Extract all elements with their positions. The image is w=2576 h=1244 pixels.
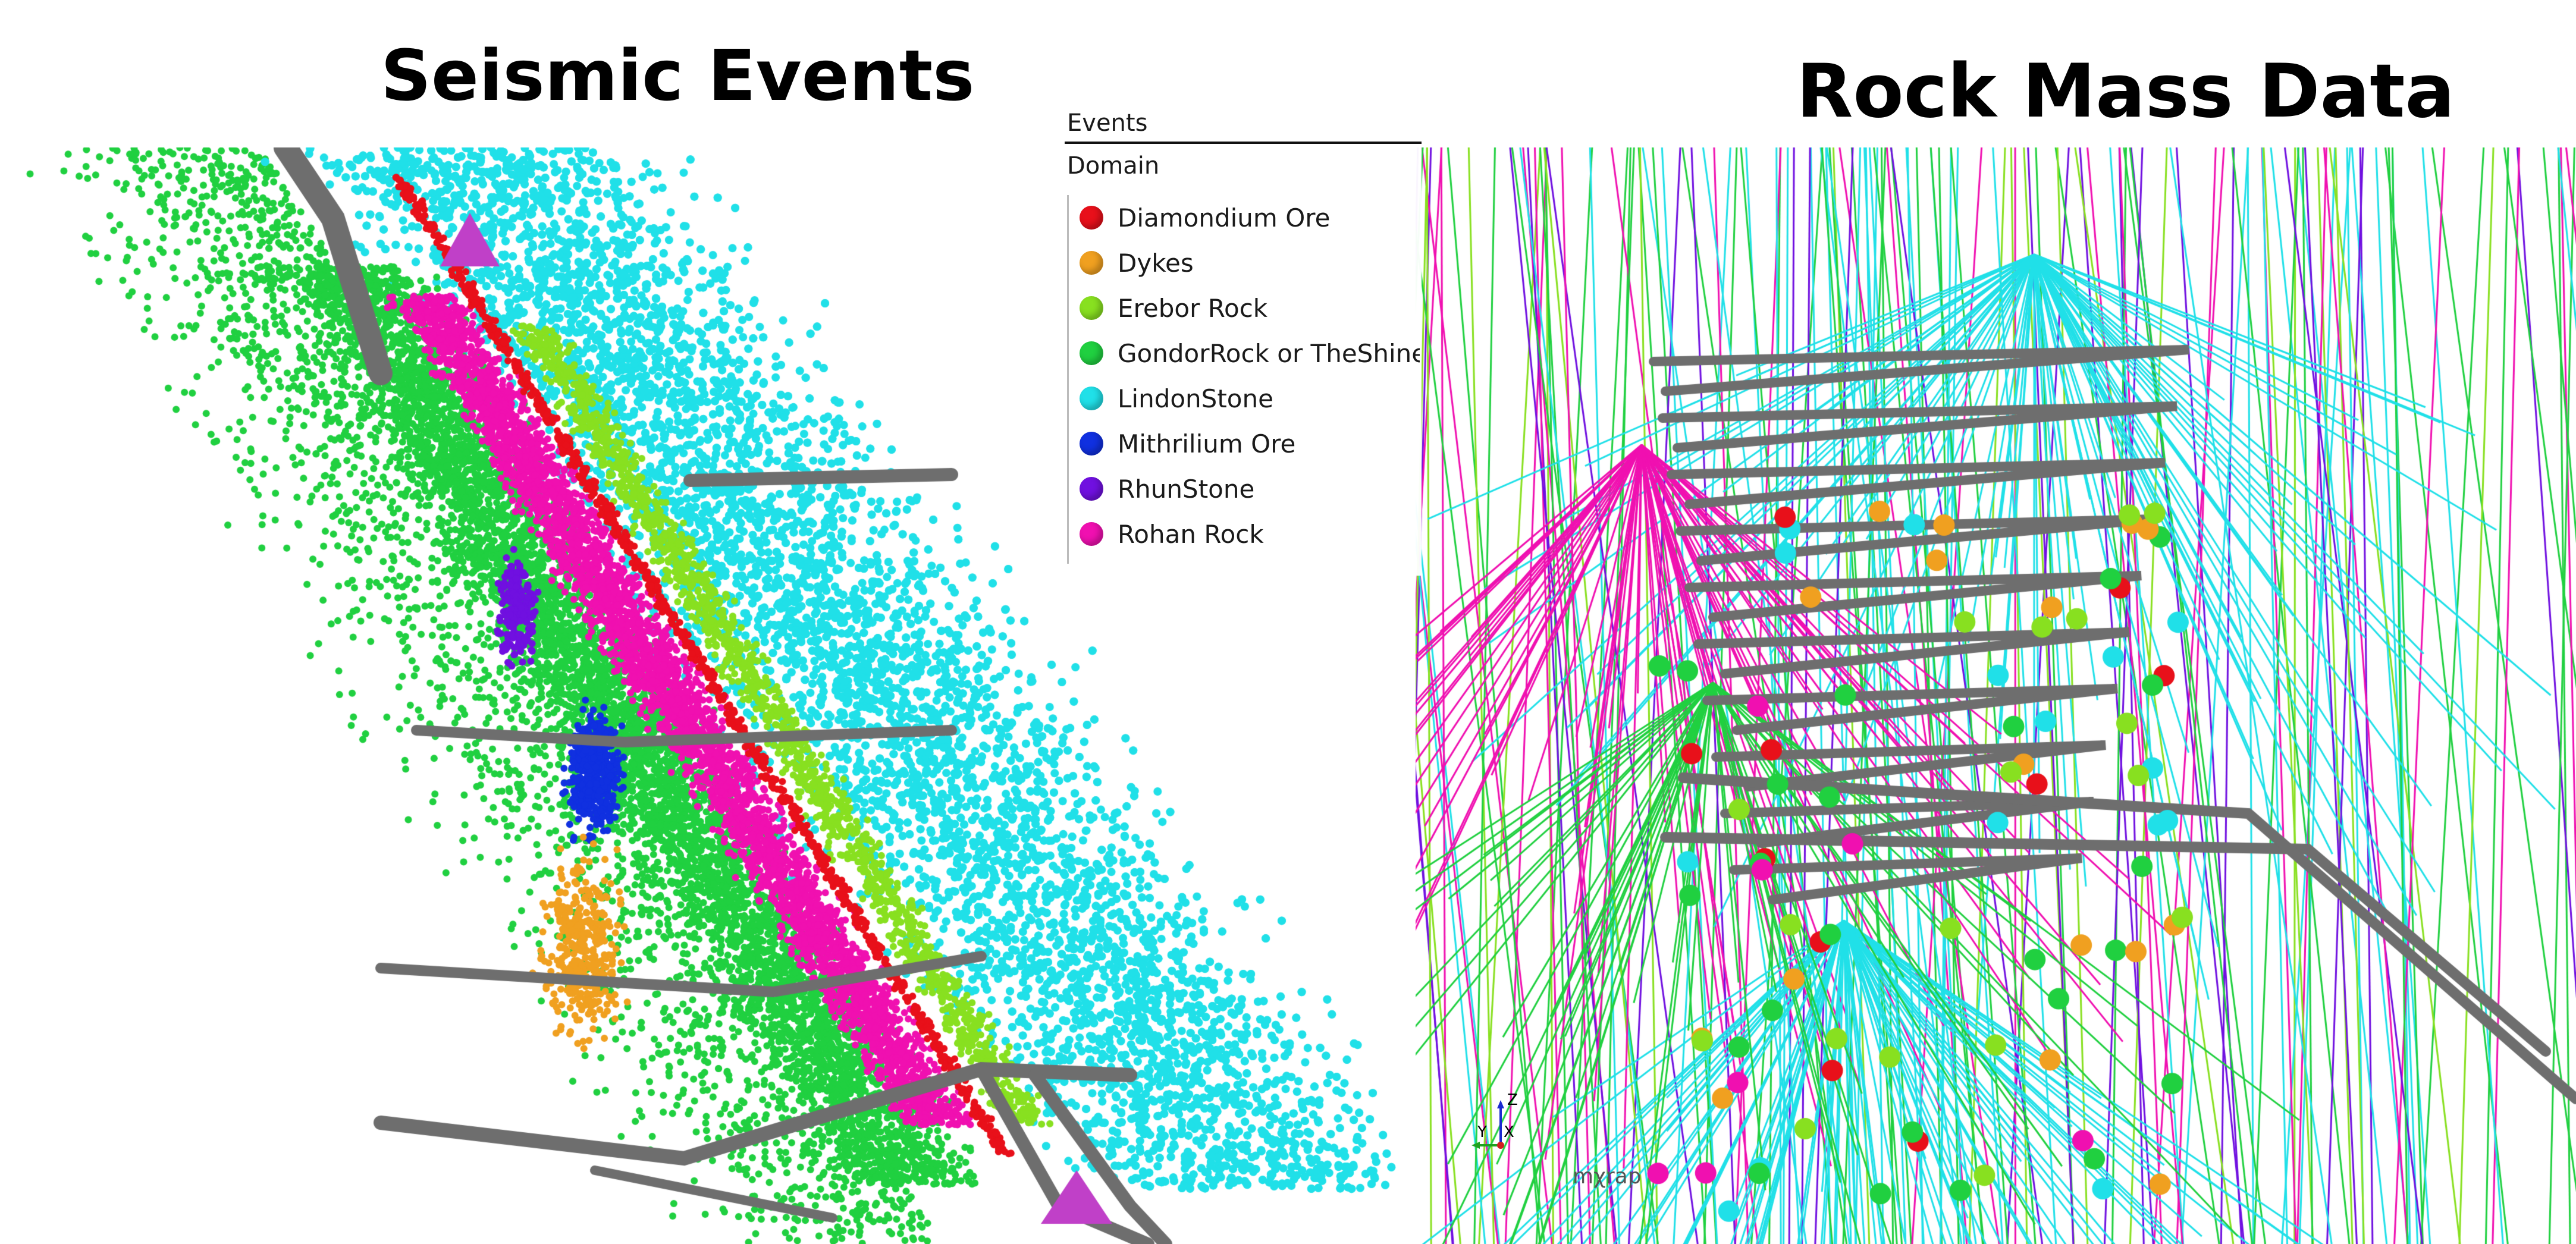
legend-item[interactable]: Mithrilium Ore <box>1069 421 1420 466</box>
domain-legend: Events Domain Diamondium Ore Dykes Erebor … <box>1065 106 1422 576</box>
legend-label: GondorRock or TheShine <box>1118 339 1420 368</box>
legend-item[interactable]: LindonStone <box>1069 376 1420 421</box>
axis-triad-icon: Z Y X <box>1471 1091 1518 1149</box>
legend-swatch-icon <box>1080 522 1103 546</box>
legend-divider <box>1065 142 1422 144</box>
triad-x-label: X <box>1504 1123 1514 1141</box>
legend-swatch-icon <box>1080 387 1103 410</box>
legend-label: Rohan Rock <box>1118 520 1264 549</box>
legend-label: Dykes <box>1118 249 1194 278</box>
rock-mass-drillholes-render[interactable] <box>1416 147 2576 1244</box>
legend-swatch-icon <box>1080 296 1103 320</box>
legend-label: Mithrilium Ore <box>1118 429 1296 458</box>
legend-swatch-icon <box>1080 477 1103 501</box>
legend-item[interactable]: Erebor Rock <box>1069 285 1420 331</box>
legend-header: Events <box>1067 109 1148 137</box>
legend-item[interactable]: Dykes <box>1069 240 1420 285</box>
legend-swatch-icon <box>1080 341 1103 365</box>
legend-list: Diamondium Ore Dykes Erebor Rock GondorRock… <box>1067 195 1420 564</box>
legend-item[interactable]: GondorRock or TheShine <box>1069 331 1420 376</box>
legend-label: RhunStone <box>1118 475 1255 504</box>
legend-label: Diamondium Ore <box>1118 203 1331 233</box>
mxrap-logo: mχrap <box>1573 1164 1642 1189</box>
rock-mass-data-title: Rock Mass Data <box>1796 49 2455 134</box>
legend-label: Erebor Rock <box>1118 294 1268 323</box>
legend-swatch-icon <box>1080 251 1103 275</box>
legend-item[interactable]: Rohan Rock <box>1069 511 1420 557</box>
legend-item[interactable]: RhunStone <box>1069 466 1420 511</box>
triad-y-label: Y <box>1477 1123 1487 1141</box>
rock-mass-3d-viewport[interactable] <box>1416 147 2576 1244</box>
page: Seismic Events Rock Mass Data Events Dom… <box>0 0 2576 1244</box>
triad-z-label: Z <box>1507 1091 1518 1109</box>
legend-item[interactable]: Diamondium Ore <box>1069 195 1420 240</box>
legend-subheader: Domain <box>1067 152 1160 180</box>
legend-swatch-icon <box>1080 206 1103 230</box>
seismic-events-title: Seismic Events <box>381 34 975 117</box>
legend-swatch-icon <box>1080 432 1103 455</box>
legend-label: LindonStone <box>1118 384 1273 413</box>
